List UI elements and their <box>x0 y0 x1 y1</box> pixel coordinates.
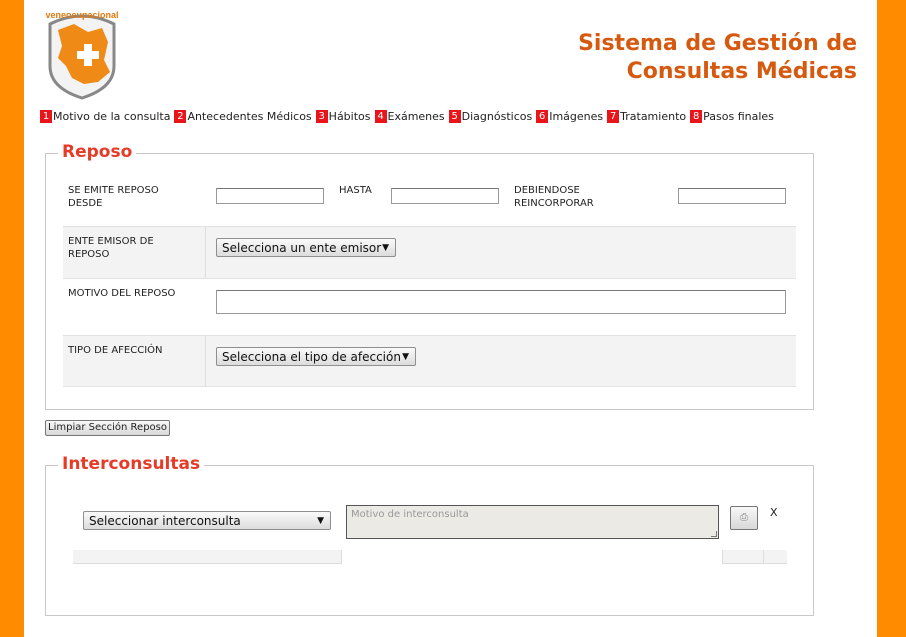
remove-interconsulta-button[interactable]: X <box>770 506 778 519</box>
reposo-ente-select[interactable]: Selecciona un ente emisor ▼ <box>216 238 396 257</box>
step-label: Imágenes <box>549 110 604 123</box>
reposo-tipo-select[interactable]: Selecciona el tipo de afección ▼ <box>216 347 416 366</box>
svg-text:veneocupacional: veneocupacional <box>45 10 118 20</box>
print-button[interactable]: ⎙ <box>730 506 758 530</box>
app-title: Sistema de Gestión de Consultas Médicas <box>578 30 857 86</box>
reposo-tipo-row: TIPO DE AFECCIÓN Selecciona el tipo de a… <box>63 335 796 387</box>
reposo-motivo-row: MOTIVO DEL REPOSO <box>63 278 796 335</box>
step-number: 6 <box>536 110 549 123</box>
table-cell-divider <box>763 550 764 564</box>
table-cell <box>341 550 723 564</box>
step-number: 8 <box>690 110 703 123</box>
app-title-line2: Consultas Médicas <box>626 59 857 84</box>
step-tratamiento[interactable]: 7 Tratamiento <box>607 110 686 123</box>
interconsulta-selected: Seleccionar interconsulta <box>89 514 241 528</box>
step-imagenes[interactable]: 6 Imágenes <box>536 110 603 123</box>
triangle-down-icon: ▼ <box>317 516 324 526</box>
step-label: Tratamiento <box>620 110 687 123</box>
step-label: Pasos finales <box>703 110 774 123</box>
resize-handle-icon[interactable] <box>711 531 717 537</box>
step-number: 3 <box>315 110 328 123</box>
reposo-hasta-input[interactable] <box>391 188 499 204</box>
reposo-tipo-selected: Selecciona el tipo de afección <box>222 350 401 364</box>
step-label: Hábitos <box>328 110 371 123</box>
reposo-reincorporar-input[interactable] <box>678 188 786 204</box>
interconsulta-motivo-textarea[interactable]: Motivo de interconsulta <box>346 505 719 539</box>
step-examenes[interactable]: 4 Exámenes <box>374 110 445 123</box>
reposo-dates-row: SE EMITE REPOSO DESDE HASTA DEBIENDOSE R… <box>63 176 796 226</box>
steps-nav: 1 Motivo de la consulta 2 Antecedentes Méd… <box>40 110 778 123</box>
reposo-reincorporar-label: DEBIENDOSE REINCORPORAR <box>514 185 594 209</box>
step-label: Diagnósticos <box>461 110 533 123</box>
interconsulta-select[interactable]: Seleccionar interconsulta ▼ <box>83 511 331 530</box>
reposo-ente-selected: Selecciona un ente emisor <box>222 241 382 255</box>
step-number: 2 <box>174 110 187 123</box>
reposo-ente-row: ENTE EMISOR DE REPOSO Selecciona un ente… <box>63 226 796 278</box>
medical-cross-shield-icon: veneocupacional <box>45 10 119 100</box>
step-number: 1 <box>40 110 52 123</box>
step-pasos-finales[interactable]: 8 Pasos finales <box>690 110 774 123</box>
step-label: Motivo de la consulta <box>53 110 171 123</box>
step-diagnosticos[interactable]: 5 Diagnósticos <box>448 110 533 123</box>
reposo-fieldset: Reposo SE EMITE REPOSO DESDE HASTA DEBIE… <box>45 142 814 410</box>
step-number: 4 <box>374 110 387 123</box>
step-label: Antecedentes Médicos <box>187 110 312 123</box>
clear-reposo-button[interactable]: Limpiar Sección Reposo <box>45 420 170 436</box>
reposo-desde-input[interactable] <box>216 188 324 204</box>
reposo-hasta-label: HASTA <box>339 185 372 196</box>
reposo-ente-label: ENTE EMISOR DE REPOSO <box>68 236 154 260</box>
reposo-motivo-label: MOTIVO DEL REPOSO <box>68 288 176 299</box>
step-habitos[interactable]: 3 Hábitos <box>315 110 371 123</box>
interconsultas-table-row <box>73 550 787 564</box>
step-motivo[interactable]: 1 Motivo de la consulta <box>40 110 170 123</box>
step-label: Exámenes <box>387 110 445 123</box>
reposo-desde-label: SE EMITE REPOSO DESDE <box>68 185 159 209</box>
logo: veneocupacional <box>44 2 120 100</box>
page: veneocupacional Sistema de Gestión de Co… <box>24 0 877 637</box>
step-number: 7 <box>607 110 620 123</box>
reposo-motivo-input[interactable] <box>216 290 786 314</box>
column-separator <box>205 336 206 386</box>
interconsultas-fieldset: Interconsultas Seleccionar interconsulta… <box>45 454 814 616</box>
app-title-line1: Sistema de Gestión de <box>578 31 857 56</box>
interconsultas-legend: Interconsultas <box>58 454 205 474</box>
triangle-down-icon: ▼ <box>402 352 409 362</box>
step-number: 5 <box>448 110 461 123</box>
triangle-down-icon: ▼ <box>382 243 389 253</box>
printer-icon: ⎙ <box>740 512 748 523</box>
reposo-tipo-label: TIPO DE AFECCIÓN <box>68 345 163 356</box>
step-antecedentes[interactable]: 2 Antecedentes Médicos <box>174 110 312 123</box>
reposo-legend: Reposo <box>58 142 137 162</box>
column-separator <box>205 227 206 278</box>
interconsulta-motivo-placeholder: Motivo de interconsulta <box>351 509 469 520</box>
